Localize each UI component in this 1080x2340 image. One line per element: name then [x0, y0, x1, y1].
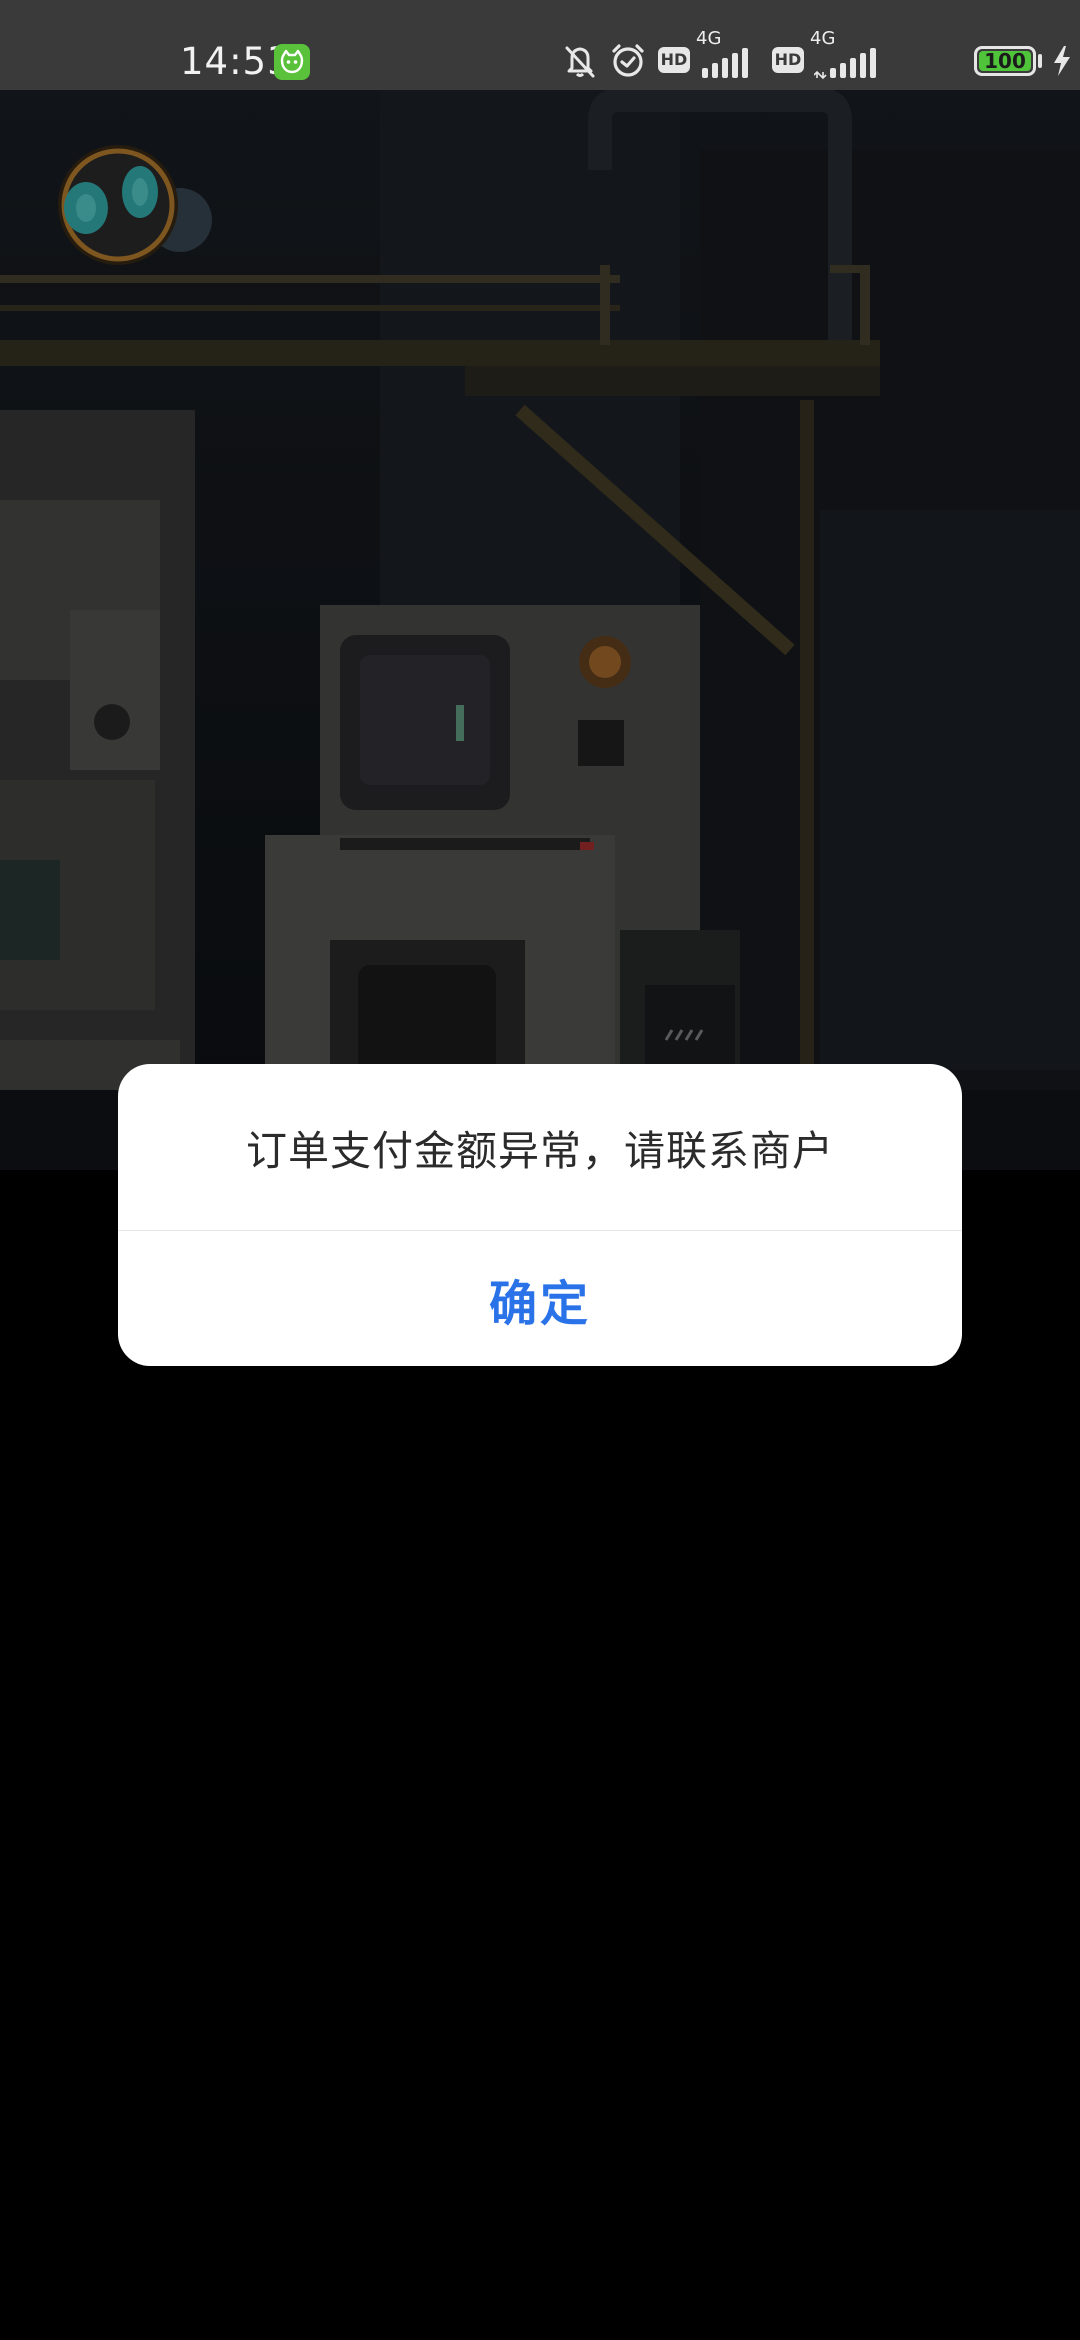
battery-icon: 100 — [974, 46, 1036, 76]
signal-4g-icon — [814, 48, 876, 80]
status-icons: HD 4G HD 4G 100 — [560, 28, 1080, 88]
status-bar: 14:53 HD 4G HD 4G 100 — [0, 0, 1080, 90]
hd-icon: HD — [658, 47, 690, 73]
bell-muted-icon — [565, 46, 595, 78]
hd-icon: HD — [772, 47, 804, 73]
alarm-clock-icon — [612, 44, 644, 77]
charging-bolt-icon — [1054, 46, 1070, 76]
battery-level: 100 — [984, 49, 1026, 73]
game-scene — [0, 90, 1080, 1170]
confirm-button[interactable]: 确定 — [118, 1231, 962, 1366]
screen: 14:53 HD 4G HD 4G 100 订单支付金额异常，请联系商户 确定 — [0, 0, 1080, 2340]
dialog-message: 订单支付金额异常，请联系商户 — [246, 1127, 834, 1175]
cat-face-icon — [274, 44, 310, 80]
signal-4g-icon — [702, 48, 748, 78]
alert-dialog: 订单支付金额异常，请联系商户 确定 — [118, 1064, 962, 1366]
